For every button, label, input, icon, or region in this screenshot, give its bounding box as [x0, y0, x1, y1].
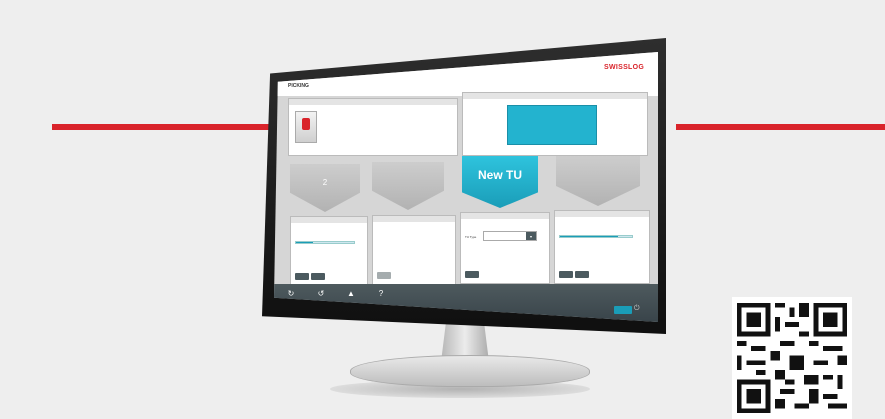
panel-header [291, 217, 367, 223]
order-panel-4 [554, 210, 650, 284]
order-button-1[interactable] [295, 273, 309, 280]
panel-header [289, 99, 457, 105]
new-tu-label: New TU [477, 168, 522, 182]
red-accent-line-left [52, 124, 282, 130]
progress-fill [296, 242, 314, 243]
order-panel-2 [372, 215, 456, 285]
user-button[interactable] [614, 306, 632, 314]
panel-header [463, 93, 647, 99]
power-icon[interactable]: ⏻ [634, 305, 640, 313]
red-accent-line-right [676, 124, 885, 130]
slot-label: 2 [322, 178, 328, 187]
monitor-base [350, 355, 590, 387]
slot-1[interactable]: 2 [290, 164, 360, 212]
tu-panel [462, 92, 648, 156]
panel-header [555, 211, 649, 217]
order-button-2[interactable] [311, 273, 325, 280]
order-panel-1 [290, 216, 368, 286]
qr-code [732, 297, 852, 419]
slot-2[interactable] [372, 162, 444, 210]
new-tu-button[interactable]: New TU [462, 156, 538, 208]
warning-icon: ▲ [347, 289, 355, 298]
order-progress-bar [295, 241, 355, 244]
progress-fill [560, 236, 618, 237]
panel-header [373, 216, 455, 222]
rotate-icon: ↺ [317, 289, 325, 298]
refresh-icon: ↻ [287, 289, 295, 298]
robot-arm-icon [302, 118, 310, 130]
page-title: PICKING [288, 83, 309, 89]
article-image [295, 111, 317, 143]
monitor-screen: PICKING SWISSLOG 2 New TU TU Type ▾ ↻ ↺ … [274, 52, 658, 322]
tu-box [507, 105, 597, 145]
brand-logo: SWISSLOG [604, 64, 645, 71]
tu-type-label: TU Type [465, 235, 477, 239]
chevron-down-icon[interactable]: ▾ [526, 232, 536, 240]
order-panel-3: TU Type ▾ [460, 212, 550, 284]
order-progress-bar [559, 235, 633, 238]
tu-type-select[interactable]: ▾ [483, 231, 537, 241]
article-info-panel [288, 98, 458, 156]
help-icon: ? [378, 289, 384, 298]
order-button-1[interactable] [559, 271, 573, 278]
slot-4[interactable] [556, 156, 640, 206]
panel-header [461, 213, 549, 219]
order-button-2[interactable] [575, 271, 589, 278]
order-button-disabled[interactable] [377, 272, 391, 279]
order-button-1[interactable] [465, 271, 479, 278]
